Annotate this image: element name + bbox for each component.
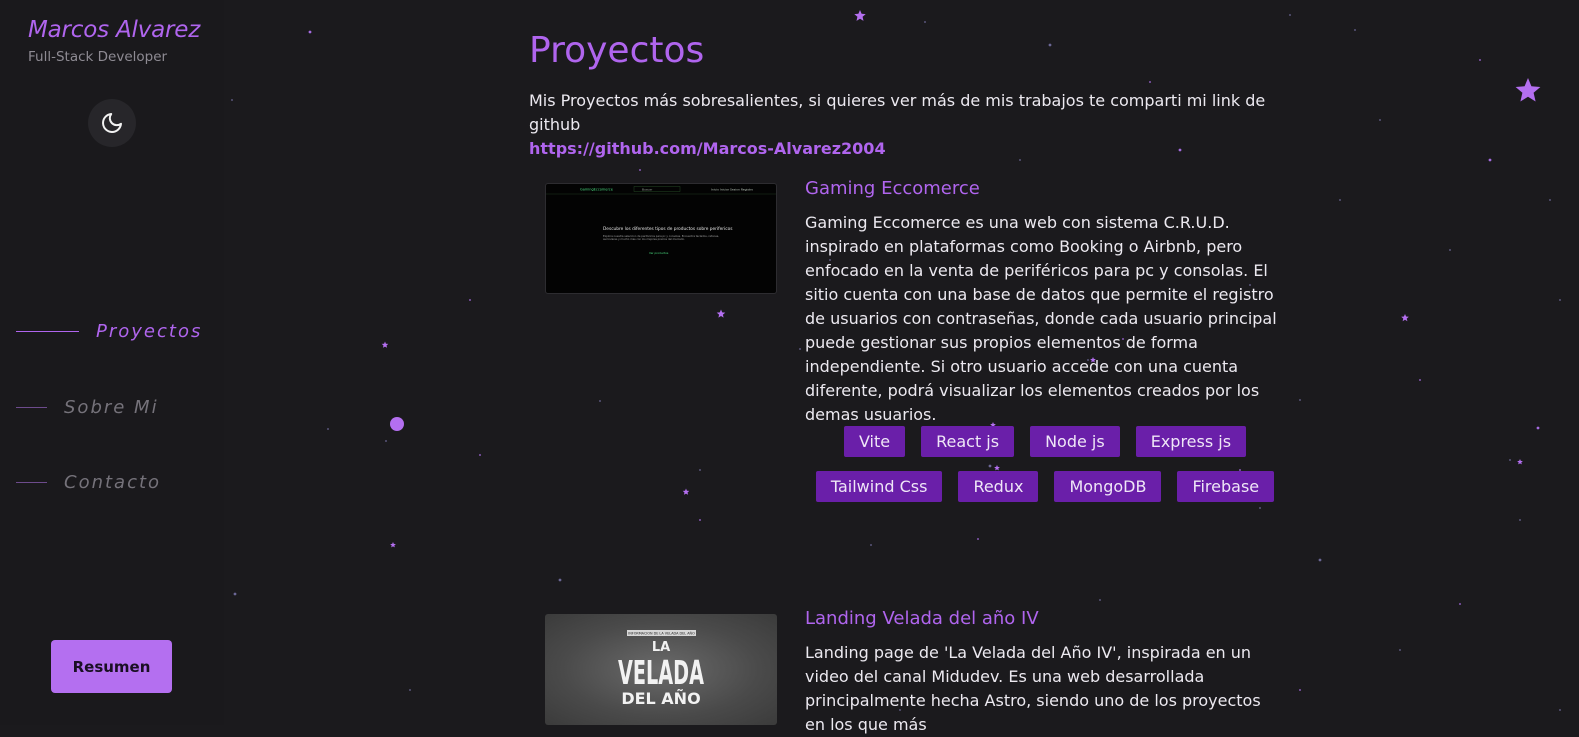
sidebar: Marcos Alvarez Full-Stack Developer Proy… (0, 0, 224, 725)
nav-item-contacto[interactable]: Contacto (16, 472, 161, 493)
intro-text: Mis Proyectos más sobresalientes, si qui… (529, 91, 1266, 134)
project-title: Gaming Eccomerce (805, 178, 980, 199)
thumb-cta: Ver productos (649, 251, 669, 255)
page-title: Proyectos (529, 30, 705, 71)
theme-toggle-button[interactable] (88, 99, 136, 147)
tech-tag: Node js (1030, 426, 1120, 457)
tag-row: Vite React js Node js Express js (843, 426, 1247, 457)
thumb-heading: Descubre los diferentes tipos de product… (603, 226, 733, 232)
brand-name: Marcos Alvarez (28, 17, 201, 43)
nav-item-label: Sobre Mi (64, 397, 159, 418)
thumb-banner: INFORMACION DE LA VELADA DEL AÑO (628, 631, 695, 636)
intro-paragraph: Mis Proyectos más sobresalientes, si qui… (529, 89, 1289, 161)
nav-item-proyectos[interactable]: Proyectos (16, 321, 202, 342)
tech-tag: Redux (958, 471, 1039, 502)
nav-item-sobre-mi[interactable]: Sobre Mi (16, 397, 159, 418)
nav-indicator-line (16, 331, 79, 332)
thumb-logo-line2: VELADA (618, 653, 704, 692)
moon-icon (102, 113, 122, 133)
tech-tags: Vite React js Node js Express js Tailwin… (805, 426, 1285, 502)
tech-tag: Vite (843, 426, 906, 457)
project-title: Landing Velada del año IV (805, 608, 1039, 629)
nav-item-label: Proyectos (96, 321, 203, 342)
nav-indicator-line (16, 482, 47, 483)
thumb-logo-line3: DEL AÑO (621, 689, 700, 708)
resume-button[interactable]: Resumen (51, 640, 172, 693)
nav-item-label: Contacto (64, 472, 162, 493)
github-link[interactable]: https://github.com/Marcos-Alvarez2004 (529, 137, 1289, 161)
thumb-nav-links: Inicio Iniciar Sesion Registro (711, 187, 753, 191)
thumb-nav-search: Buscar (642, 187, 653, 191)
tech-tag: Tailwind Css (815, 471, 943, 502)
nav-indicator-line (16, 407, 47, 408)
thumb-body: Explora nuestra seleccion de perifericos… (603, 235, 720, 242)
tech-tag: Express js (1135, 426, 1247, 457)
tech-tag: MongoDB (1054, 471, 1162, 502)
brand-role: Full-Stack Developer (28, 49, 168, 65)
project-description: Landing page de 'La Velada del Año IV', … (805, 643, 1261, 734)
project-thumbnail-velada[interactable]: INFORMACION DE LA VELADA DEL AÑO LA VELA… (545, 614, 777, 725)
thumb-nav-brand: GamingEccomerce (580, 188, 613, 192)
tag-row: Tailwind Css Redux MongoDB Firebase (815, 471, 1275, 502)
project-thumbnail-gaming[interactable]: GamingEccomerce Buscar Inicio Iniciar Se… (545, 183, 777, 294)
main-content: Proyectos Mis Proyectos más sobresalient… (0, 0, 1579, 734)
tech-tag: React js (921, 426, 1015, 457)
project-description: Gaming Eccomerce es una web con sistema … (805, 213, 1277, 424)
tech-tag: Firebase (1177, 471, 1275, 502)
